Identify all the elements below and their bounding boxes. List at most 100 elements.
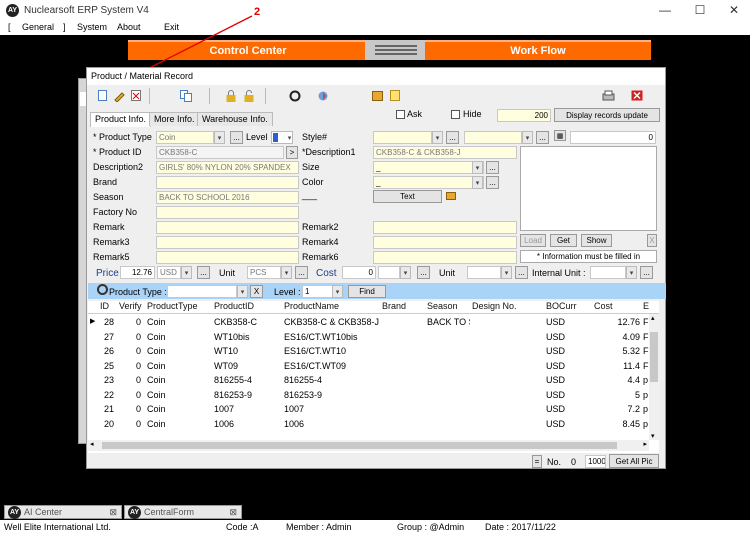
note-icon[interactable]	[388, 89, 402, 102]
display-records-update-button[interactable]: Display records update	[554, 108, 660, 122]
currency-browse-button[interactable]: ...	[197, 266, 210, 279]
record-count-input[interactable]: 200	[497, 109, 551, 122]
color-input[interactable]: _	[373, 176, 484, 189]
remark3-input[interactable]	[156, 236, 299, 249]
lock-icon[interactable]	[224, 89, 238, 102]
find-button[interactable]: Find	[348, 285, 386, 298]
get-button[interactable]: Get	[550, 234, 577, 247]
remark2-input[interactable]	[373, 221, 517, 234]
ask-checkbox[interactable]	[396, 110, 405, 119]
season-input[interactable]: BACK TO SCHOOL 2016	[156, 191, 299, 204]
menu-about[interactable]: About	[117, 22, 141, 32]
level-dropdown[interactable]: ▾	[284, 131, 295, 144]
cost-currency-dropdown[interactable]: ▾	[400, 266, 411, 279]
style-extra-input[interactable]	[464, 131, 522, 144]
work-flow-tab[interactable]: Work Flow	[425, 40, 651, 60]
equals-button[interactable]: =	[532, 455, 542, 468]
cost-currency-input[interactable]	[378, 266, 400, 279]
filter-level-dropdown[interactable]: ▾	[332, 285, 343, 298]
product-type-browse-button[interactable]: ...	[230, 131, 243, 144]
folder-icon[interactable]	[446, 192, 456, 200]
cost-input[interactable]: 0	[342, 266, 376, 279]
currency-input[interactable]: USD	[157, 266, 181, 279]
maximize-button[interactable]: ☐	[683, 0, 717, 20]
unlock-icon[interactable]	[242, 89, 256, 102]
delete-record-icon[interactable]	[129, 89, 143, 102]
remark6-input[interactable]	[373, 251, 517, 264]
style-extra-browse-button[interactable]: ...	[536, 131, 549, 144]
tab-product-info[interactable]: Product Info.	[90, 112, 152, 127]
copy-record-icon[interactable]	[179, 89, 193, 102]
remark-input[interactable]	[156, 221, 299, 234]
table-row[interactable]: 23 0 Coin 816255-4 816255-4 USD 4.4 p	[88, 373, 659, 387]
edit-pencil-icon[interactable]	[112, 89, 126, 102]
unit-browse-button[interactable]: ...	[295, 266, 308, 279]
unit-input[interactable]: PCS	[247, 266, 281, 279]
table-row[interactable]: 25 0 Coin WT09 ES16/CT.WT09 USD 11.4 F	[88, 359, 659, 373]
product-type-input[interactable]: Coin	[156, 131, 214, 144]
clear-image-button[interactable]: X	[647, 234, 657, 247]
menu-general[interactable]: General	[22, 22, 54, 32]
style-extra-dropdown[interactable]: ▾	[522, 131, 533, 144]
menu-exit[interactable]: Exit	[164, 22, 179, 32]
table-row[interactable]: 22 0 Coin 816253-9 816253-9 USD 5 p	[88, 388, 659, 402]
unit2-input[interactable]	[467, 266, 501, 279]
show-button[interactable]: Show	[581, 234, 612, 247]
taskbar-close-icon[interactable]: ⊠	[229, 507, 237, 518]
price-input[interactable]: 12.76	[120, 266, 155, 279]
close-dialog-icon[interactable]	[630, 89, 644, 102]
export-icon[interactable]	[370, 89, 384, 102]
remark4-input[interactable]	[373, 236, 517, 249]
product-type-dropdown[interactable]: ▾	[214, 131, 225, 144]
menu-system[interactable]: System	[77, 22, 107, 32]
style-input[interactable]	[373, 131, 432, 144]
filter-clear-button[interactable]: X	[250, 285, 263, 298]
table-row[interactable]: 20 0 Coin 1006 1006 USD 8.45 p	[88, 417, 659, 431]
vertical-scrollbar[interactable]: ▴ ▾	[649, 314, 659, 440]
horizontal-scrollbar[interactable]: ◂ ▸	[88, 440, 649, 451]
get-all-pic-button[interactable]: Get All Pic	[609, 454, 659, 468]
description1-input[interactable]: CKB358-C & CKB358-J	[373, 146, 517, 159]
internal-unit-dropdown[interactable]: ▾	[626, 266, 637, 279]
filter-product-type-dropdown[interactable]: ▾	[237, 285, 248, 298]
brand-input[interactable]	[156, 176, 299, 189]
search-icon[interactable]	[288, 89, 302, 102]
text-button[interactable]: Text	[373, 190, 442, 203]
size-dropdown[interactable]: ▾	[472, 161, 483, 174]
control-center-tab[interactable]: Control Center	[128, 40, 368, 60]
right-count-input[interactable]: 0	[570, 131, 656, 144]
product-id-input[interactable]: CKB358-C	[156, 146, 284, 159]
style-dropdown[interactable]: ▾	[432, 131, 443, 144]
factory-no-input[interactable]	[156, 206, 299, 219]
new-record-icon[interactable]	[95, 89, 109, 102]
currency-dropdown[interactable]: ▾	[181, 266, 192, 279]
internal-unit-input[interactable]	[590, 266, 626, 279]
cost-browse-button[interactable]: ...	[417, 266, 430, 279]
page-size-input[interactable]: 1000	[585, 455, 606, 468]
product-id-arrow-button[interactable]: >	[286, 146, 298, 159]
tab-more-info[interactable]: More Info.	[149, 112, 200, 126]
internal-unit-browse-button[interactable]: ...	[640, 266, 653, 279]
refresh-icon[interactable]	[316, 89, 330, 102]
table-row[interactable]: ▶ 28 0 Coin CKB358-C CKB358-C & CKB358-J BACK …	[88, 315, 659, 329]
style-browse-button[interactable]: ...	[446, 131, 459, 144]
calculator-icon[interactable]: ▦	[554, 130, 566, 141]
table-row[interactable]: 21 0 Coin 1007 1007 USD 7.2 p	[88, 402, 659, 416]
description2-input[interactable]: GIRLS' 80% NYLON 20% SPANDEX	[156, 161, 299, 174]
print-icon[interactable]	[601, 89, 615, 102]
close-window-button[interactable]: ✕	[717, 0, 750, 20]
filter-product-type-input[interactable]	[167, 285, 237, 298]
taskbar-central-form[interactable]: AY CentralForm ⊠	[124, 505, 242, 519]
remark5-input[interactable]	[156, 251, 299, 264]
minimize-button[interactable]: —	[648, 0, 682, 20]
table-row[interactable]: 26 0 Coin WT10 ES16/CT.WT10 USD 5.32 F	[88, 344, 659, 358]
unit2-browse-button[interactable]: ...	[515, 266, 528, 279]
unit2-dropdown[interactable]: ▾	[501, 266, 512, 279]
taskbar-ai-center[interactable]: AY AI Center ⊠	[4, 505, 122, 519]
color-dropdown[interactable]: ▾	[472, 176, 483, 189]
taskbar-close-icon[interactable]: ⊠	[109, 507, 117, 518]
table-row[interactable]: 27 0 Coin WT10bis ES16/CT.WT10bis USD 4.09 F	[88, 330, 659, 344]
hide-checkbox[interactable]	[451, 110, 460, 119]
tab-warehouse-info[interactable]: Warehouse Info.	[197, 112, 273, 126]
size-browse-button[interactable]: ...	[486, 161, 499, 174]
